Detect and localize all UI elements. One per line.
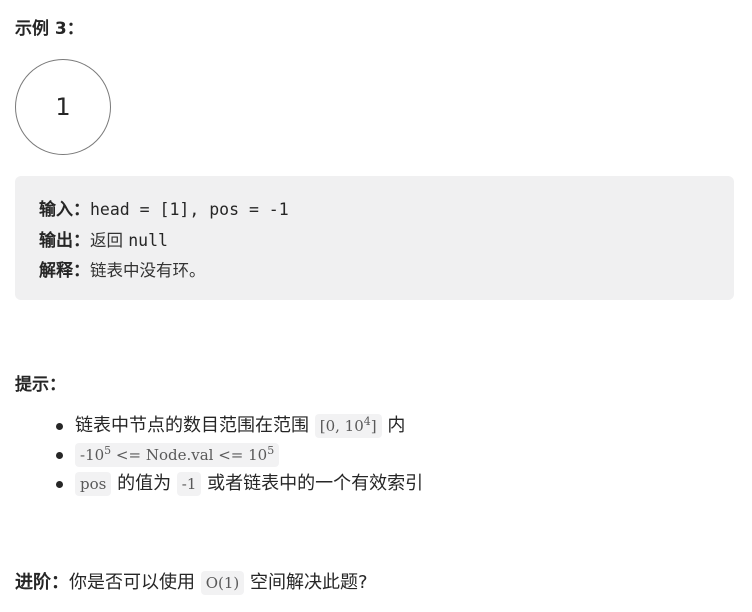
hint-item-node-count: 链表中节点的数目范围在范围 [0, 104] 内 bbox=[15, 411, 735, 440]
hints-list: 链表中节点的数目范围在范围 [0, 104] 内 -10 5 <= Node.va… bbox=[15, 411, 735, 498]
bullet-icon bbox=[56, 452, 63, 459]
code-text: <= Node.val <= 10 bbox=[111, 446, 268, 464]
code-exponent: 4 bbox=[363, 415, 371, 428]
advanced-text: 你是否可以使用 bbox=[69, 572, 201, 593]
input-line: 输入：head = [1], pos = -1 bbox=[39, 195, 289, 220]
node-value: 1 bbox=[55, 93, 71, 121]
list-node-circle: 1 bbox=[15, 59, 111, 155]
output-label: 输出： bbox=[39, 231, 90, 251]
inline-code: -1 bbox=[176, 472, 202, 496]
bullet-icon bbox=[56, 481, 63, 488]
input-value: head = [1], pos = -1 bbox=[90, 200, 289, 219]
explain-line: 解释：链表中没有环。 bbox=[39, 256, 206, 281]
output-value: null bbox=[128, 231, 168, 250]
advanced-text: 空间解决此题? bbox=[244, 572, 368, 593]
inline-code: O(1) bbox=[200, 571, 245, 595]
advanced-label: 进阶： bbox=[15, 572, 69, 593]
hint-text: 链表中节点的数目范围在范围 bbox=[75, 415, 315, 436]
example-heading: 示例 3： bbox=[15, 19, 84, 39]
inline-code: [0, 104] bbox=[314, 414, 382, 438]
hint-text: 的值为 bbox=[111, 473, 177, 494]
example-box: 输入：head = [1], pos = -1 输出：返回 null 解释：链表… bbox=[15, 176, 734, 300]
explain-label: 解释： bbox=[39, 261, 90, 281]
code-text: -10 bbox=[80, 446, 105, 464]
output-text: 返回 bbox=[90, 231, 129, 250]
inline-code: -105 <= Node.val <= 105 bbox=[75, 443, 280, 467]
inline-code: pos bbox=[75, 472, 112, 496]
advanced-line: 进阶：你是否可以使用 O(1) 空间解决此题? bbox=[15, 569, 368, 597]
hint-item-pos: pos 的值为 -1 或者链表中的一个有效索引 bbox=[15, 469, 735, 498]
code-exponent: 5 bbox=[267, 444, 275, 457]
code-text: [0, 10 bbox=[319, 417, 364, 435]
output-line: 输出：返回 null bbox=[39, 226, 168, 251]
hints-heading: 提示： bbox=[15, 375, 66, 395]
code-text: ] bbox=[370, 417, 377, 435]
hint-text: 或者链表中的一个有效索引 bbox=[201, 473, 424, 494]
bullet-icon bbox=[56, 423, 63, 430]
explain-text: 链表中没有环。 bbox=[90, 261, 206, 280]
input-label: 输入： bbox=[39, 200, 90, 220]
hint-text: 内 bbox=[381, 415, 406, 436]
hint-item-node-val: -105 <= Node.val <= 105 bbox=[15, 440, 735, 469]
